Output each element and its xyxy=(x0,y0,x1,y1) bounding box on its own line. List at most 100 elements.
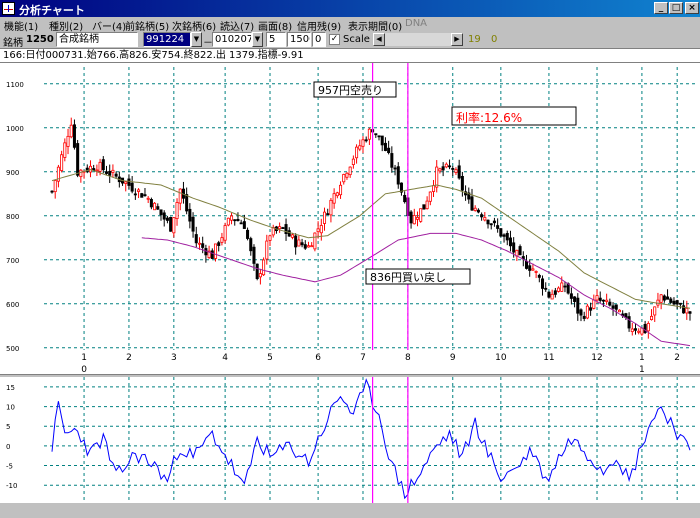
candle-body xyxy=(165,217,169,221)
candle-body xyxy=(380,135,384,146)
month-tick-label: 3 xyxy=(171,353,177,363)
candle-body xyxy=(297,239,301,247)
candle-body xyxy=(438,168,442,172)
end-date-dropdown[interactable]: ▼ xyxy=(252,32,263,47)
candle-body xyxy=(396,166,400,185)
minimize-button[interactable]: _ xyxy=(654,2,668,14)
candle-body xyxy=(480,214,484,218)
candle-body xyxy=(258,273,262,278)
candle-body xyxy=(265,240,269,260)
candle-body xyxy=(79,169,83,178)
candle-body xyxy=(53,180,57,193)
param3-field[interactable]: 0 xyxy=(312,32,326,47)
candle-body xyxy=(364,139,368,142)
candle-body xyxy=(210,250,214,259)
yield-annotation-text: 利率:12.6% xyxy=(456,110,522,125)
menu-bar-type[interactable]: バー(4) xyxy=(92,18,126,33)
candle-body xyxy=(124,181,128,184)
month-tick-label: 10 xyxy=(495,353,507,363)
menu-function[interactable]: 機能(1) xyxy=(4,18,38,33)
candle-body xyxy=(332,193,336,204)
param2-field[interactable]: 1500 xyxy=(287,32,311,47)
candle-body xyxy=(329,199,333,216)
oscillator-chart[interactable]: -10 -5 0 5 10 15 xyxy=(0,377,700,503)
candle-body xyxy=(601,299,605,302)
menu-screen[interactable]: 画面(8) xyxy=(258,18,292,33)
scroll-track[interactable] xyxy=(385,33,451,46)
candle-body xyxy=(678,302,682,305)
candle-body xyxy=(316,228,320,233)
start-date-field[interactable]: 991224 xyxy=(143,32,191,47)
menu-display-period[interactable]: 表示期間(0) xyxy=(348,18,402,33)
menu-dna[interactable]: DNA xyxy=(405,18,427,29)
candle-body xyxy=(650,315,654,321)
candle-body xyxy=(233,219,237,222)
candle-body xyxy=(643,324,647,334)
candle-body xyxy=(162,212,166,220)
candle-body xyxy=(518,246,522,256)
candle-body xyxy=(159,209,163,216)
candle-body xyxy=(553,290,557,295)
candle-body xyxy=(415,217,420,220)
title-bar[interactable]: 分析チャート _ □ × xyxy=(0,0,700,17)
candle-body xyxy=(659,294,663,303)
candle-body xyxy=(451,168,455,170)
candle-body xyxy=(345,172,349,178)
candle-body xyxy=(630,328,634,333)
candle-body xyxy=(688,311,692,314)
scroll-right-button[interactable]: ▶ xyxy=(451,33,463,46)
menu-margin-balance[interactable]: 信用残(9) xyxy=(297,18,341,33)
candle-body xyxy=(547,291,551,298)
month-tick-label: 2 xyxy=(674,353,680,363)
candle-body xyxy=(419,208,423,222)
stock-name-field[interactable]: 合成銘柄 xyxy=(56,32,138,47)
candle-body xyxy=(524,260,529,269)
candle-body xyxy=(512,242,516,253)
oscillator-tick-label: 15 xyxy=(6,384,15,392)
param1-field[interactable]: 5 xyxy=(266,32,286,47)
candle-body xyxy=(188,208,192,222)
candle-body xyxy=(149,199,153,208)
price-chart-background xyxy=(0,63,700,375)
month-tick-label: 7 xyxy=(360,353,366,363)
candle-body xyxy=(361,139,365,147)
candle-body xyxy=(146,197,150,200)
analysis-chart-window: 分析チャート _ □ × 機能(1) 種別(2) バー(4) 前銘柄(5) 次銘… xyxy=(0,0,700,518)
maximize-button[interactable]: □ xyxy=(669,2,683,14)
candle-body xyxy=(226,217,230,226)
menu-bar: 機能(1) 種別(2) バー(4) 前銘柄(5) 次銘柄(6) 読込(7) 画面… xyxy=(0,17,700,33)
scale-checkbox[interactable]: ✓ xyxy=(329,34,340,45)
candle-body xyxy=(69,124,73,138)
chart-app-icon[interactable] xyxy=(2,2,15,15)
scroll-left-button[interactable]: ◀ xyxy=(373,33,385,46)
candle-body xyxy=(335,192,339,197)
menu-prev-stock[interactable]: 前銘柄(5) xyxy=(125,18,169,33)
candle-body xyxy=(560,282,564,292)
candle-body xyxy=(313,232,317,250)
candle-body xyxy=(294,235,298,248)
candle-body xyxy=(351,158,355,165)
candle-body xyxy=(685,307,689,314)
price-tick-label: 900 xyxy=(6,169,19,177)
candle-body xyxy=(197,242,201,245)
close-button[interactable]: × xyxy=(685,2,699,14)
candle-body xyxy=(60,154,64,171)
end-date-field[interactable]: 010207 xyxy=(212,32,252,47)
candle-body xyxy=(441,166,445,171)
menu-load[interactable]: 読込(7) xyxy=(220,18,254,33)
candle-body xyxy=(544,287,548,290)
candle-body xyxy=(499,228,503,237)
candle-body xyxy=(573,296,577,302)
stock-code[interactable]: 1250 xyxy=(26,34,54,45)
start-date-dropdown[interactable]: ▼ xyxy=(191,32,202,47)
candle-body xyxy=(326,213,330,216)
menu-next-stock[interactable]: 次銘柄(6) xyxy=(172,18,216,33)
candle-body xyxy=(505,233,509,241)
candle-body xyxy=(194,234,198,244)
menu-type[interactable]: 種別(2) xyxy=(49,18,83,33)
price-chart[interactable]: 500600700800900100011001 2 3 4 5 6 7 8 9 10 11 12 1 2… xyxy=(0,63,700,375)
candle-body xyxy=(403,194,407,203)
oscillator-tick-label: 10 xyxy=(6,404,15,412)
candle-body xyxy=(185,194,189,212)
candle-body xyxy=(412,215,416,225)
